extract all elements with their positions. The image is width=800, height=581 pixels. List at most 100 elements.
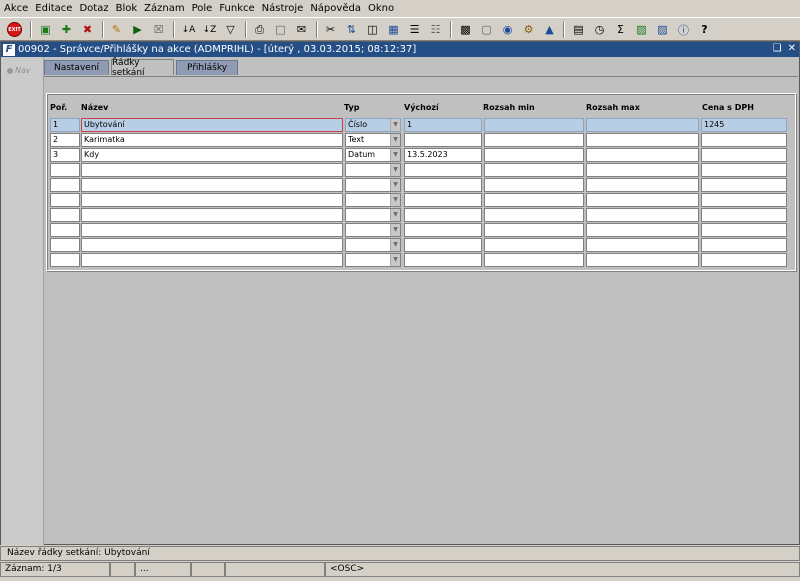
chevron-down-icon[interactable]: ▼ [390,134,400,146]
globe-icon[interactable]: ◉ [499,21,516,38]
cell-cena[interactable] [701,208,787,222]
menu-editace[interactable]: Editace [32,3,75,14]
cell-rozsah-max[interactable] [586,163,699,177]
cell-rozsah-min[interactable] [484,253,584,267]
cell-cena[interactable] [701,253,787,267]
menu-blok[interactable]: Blok [113,3,141,14]
cell-por[interactable] [50,178,80,192]
cell-rozsah-min[interactable] [484,163,584,177]
menu-okno[interactable]: Okno [365,3,397,14]
cell-nazev[interactable] [81,223,343,237]
chevron-down-icon[interactable]: ▼ [390,149,400,161]
cell-cena[interactable] [701,163,787,177]
nav-button[interactable]: Nav [7,66,31,75]
cell-nazev[interactable] [81,208,343,222]
cell-cena[interactable] [701,133,787,147]
chevron-down-icon[interactable]: ▼ [390,179,400,191]
cell-typ[interactable]: ▼ [345,193,401,207]
cell-nazev[interactable]: Karimatka [81,133,343,147]
cell-rozsah-max[interactable] [586,238,699,252]
word-icon[interactable]: ▨ [654,21,671,38]
cell-rozsah-max[interactable] [586,253,699,267]
cell-por[interactable] [50,208,80,222]
excel-icon[interactable]: ▨ [633,21,650,38]
cell-cena[interactable] [701,148,787,162]
chevron-down-icon[interactable]: ▼ [390,239,400,251]
cell-vychozi[interactable] [404,208,482,222]
cell-nazev[interactable] [81,253,343,267]
cell-por[interactable]: 3 [50,148,80,162]
cell-nazev[interactable] [81,193,343,207]
cell-por[interactable] [50,253,80,267]
menu-zaznam[interactable]: Záznam [141,3,187,14]
tab-radky-setkani[interactable]: Řádky setkání [111,58,174,78]
sum-icon[interactable]: Σ [612,21,629,38]
cell-nazev[interactable]: Ubytování [81,118,343,132]
cell-typ[interactable]: ▼ [345,178,401,192]
cell-por[interactable]: 1 [50,118,80,132]
cell-vychozi[interactable] [404,178,482,192]
cell-typ[interactable]: Číslo ▼ [345,118,401,132]
cell-vychozi[interactable] [404,133,482,147]
cell-vychozi[interactable] [404,238,482,252]
cell-cena[interactable] [701,178,787,192]
cell-por[interactable] [50,163,80,177]
cell-vychozi[interactable]: 1 [404,118,482,132]
cell-rozsah-max[interactable] [586,133,699,147]
cell-vychozi[interactable] [404,223,482,237]
cell-rozsah-min[interactable] [484,238,584,252]
cell-rozsah-min[interactable] [484,208,584,222]
cell-typ[interactable]: Datum ▼ [345,148,401,162]
menu-akce[interactable]: Akce [1,3,31,14]
close-icon[interactable]: ✕ [788,43,796,54]
help-icon[interactable]: ? [696,21,713,38]
cell-rozsah-min[interactable] [484,193,584,207]
filter-icon[interactable]: ▽ [222,21,239,38]
cell-nazev[interactable] [81,238,343,252]
cell-por[interactable] [50,193,80,207]
chevron-down-icon[interactable]: ▼ [390,194,400,206]
settings-icon[interactable]: ⚙ [520,21,537,38]
list-icon[interactable]: ▦ [385,21,402,38]
cell-por[interactable]: 2 [50,133,80,147]
cut-icon[interactable]: ✂ [322,21,339,38]
chart-icon[interactable]: ▤ [570,21,587,38]
cell-cena[interactable] [701,223,787,237]
chevron-down-icon[interactable]: ▼ [390,209,400,221]
tab-nastaveni[interactable]: Nastavení [44,60,109,75]
cell-rozsah-max[interactable] [586,223,699,237]
print-preview-icon[interactable]: □ [272,21,289,38]
cell-rozsah-max[interactable] [586,178,699,192]
cancel-query-icon[interactable]: ☒ [150,21,167,38]
chevron-down-icon[interactable]: ▼ [390,164,400,176]
menu-dotaz[interactable]: Dotaz [76,3,111,14]
cell-typ[interactable]: ▼ [345,253,401,267]
sort-ascending-icon[interactable]: ↓A [180,21,197,38]
cell-rozsah-max[interactable] [586,193,699,207]
execute-query-icon[interactable]: ▶ [129,21,146,38]
chevron-down-icon[interactable]: ▼ [390,254,400,266]
cell-rozsah-min[interactable] [484,223,584,237]
restore-icon[interactable]: ❏ [773,43,782,54]
info-icon[interactable]: ⓘ [675,21,692,38]
insert-record-icon[interactable]: ✚ [58,21,75,38]
cell-rozsah-min[interactable] [484,133,584,147]
cell-nazev[interactable] [81,178,343,192]
menu-funkce[interactable]: Funkce [216,3,257,14]
cell-typ[interactable]: Text ▼ [345,133,401,147]
cell-typ[interactable]: ▼ [345,163,401,177]
chevron-down-icon[interactable]: ▼ [390,224,400,236]
cell-rozsah-max[interactable] [586,208,699,222]
cell-cena[interactable] [701,238,787,252]
paste-icon[interactable]: ◫ [364,21,381,38]
cell-rozsah-max[interactable] [586,118,699,132]
menu-pole[interactable]: Pole [189,3,216,14]
cell-rozsah-min[interactable] [484,148,584,162]
save-icon[interactable]: ▣ [37,21,54,38]
chevron-down-icon[interactable]: ▼ [390,119,400,131]
export-icon[interactable]: ☷ [427,21,444,38]
document-icon[interactable]: ▢ [478,21,495,38]
block-icon[interactable]: ☰ [406,21,423,38]
cell-typ[interactable]: ▼ [345,208,401,222]
enter-query-icon[interactable]: ✎ [108,21,125,38]
